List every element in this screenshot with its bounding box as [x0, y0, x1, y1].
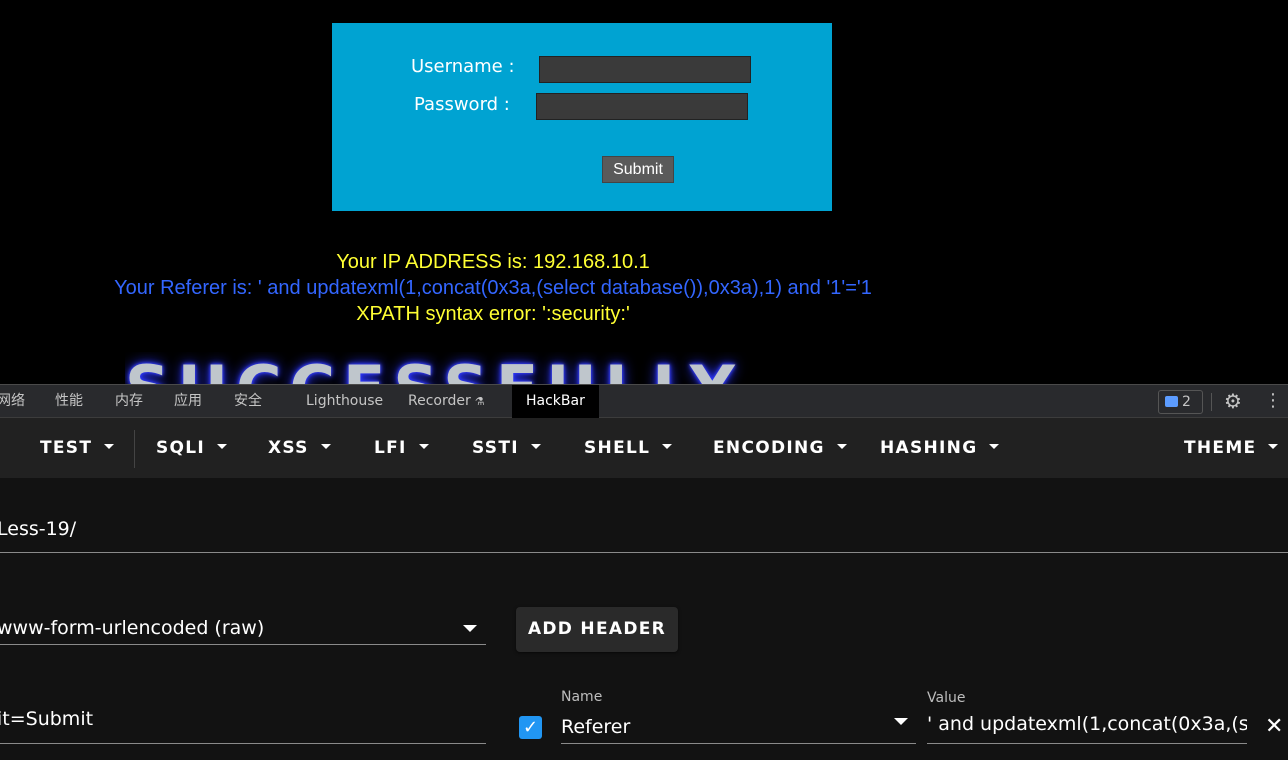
menu-hashing-label: HASHING	[880, 438, 978, 458]
issues-button[interactable]: 2	[1158, 390, 1203, 414]
gear-icon[interactable]: ⚙	[1224, 389, 1242, 413]
add-header-button[interactable]: ADD HEADER	[516, 607, 678, 652]
xpath-error-text: XPATH syntax error: ':security:'	[356, 303, 630, 325]
chat-icon	[1165, 395, 1178, 407]
tab-performance[interactable]: 性能	[55, 385, 83, 418]
menu-lfi-label: LFI	[374, 438, 407, 458]
more-options-icon[interactable]: ⋮	[1264, 389, 1282, 413]
menu-encoding-label: ENCODING	[713, 438, 825, 458]
chevron-down-icon	[530, 443, 541, 449]
menu-theme[interactable]: THEME	[1184, 418, 1279, 478]
ip-address-text: Your IP ADDRESS is: 192.168.10.1	[336, 251, 650, 273]
menu-shell[interactable]: SHELL	[584, 418, 673, 478]
chevron-down-icon	[104, 443, 115, 449]
body-input[interactable]: it=Submit	[0, 708, 477, 730]
menu-xss[interactable]: XSS	[268, 418, 331, 478]
enctype-select[interactable]: www-form-urlencoded (raw)	[0, 617, 447, 639]
url-input[interactable]: Less-19/	[0, 518, 1277, 540]
menu-hashing[interactable]: HASHING	[880, 418, 1000, 478]
menu-test[interactable]: TEST	[40, 418, 115, 478]
tab-memory[interactable]: 内存	[115, 385, 143, 418]
body-underline	[0, 743, 486, 744]
hackbar-toolbar: TEST SQLI XSS LFI SSTI SHELL ENCODING HA…	[0, 418, 1288, 478]
referer-text: Your Referer is: ' and updatexml(1,conca…	[114, 277, 872, 299]
chevron-down-icon	[217, 443, 228, 449]
menu-theme-label: THEME	[1184, 438, 1257, 458]
web-page: Username : Password : Submit Your IP ADD…	[0, 0, 1288, 384]
password-label: Password :	[414, 94, 510, 115]
chevron-down-icon	[662, 443, 673, 449]
toolbar-divider	[134, 430, 135, 468]
header-name-label: Name	[561, 689, 603, 705]
issues-count: 2	[1182, 394, 1191, 410]
menu-test-label: TEST	[40, 438, 93, 458]
login-form: Username : Password : Submit	[332, 23, 832, 211]
dropdown-arrow-icon[interactable]	[894, 718, 908, 725]
devtools-panel: 网络 性能 内存 应用 安全 Lighthouse Recorder ⚗ Hack…	[0, 384, 1288, 760]
menu-encoding[interactable]: ENCODING	[713, 418, 847, 478]
tab-application[interactable]: 应用	[174, 385, 202, 418]
username-input[interactable]	[539, 56, 751, 83]
chevron-down-icon	[836, 443, 847, 449]
header-value-input[interactable]: ' and updatexml(1,concat(0x3a,(sele	[927, 713, 1247, 735]
tab-network[interactable]: 网络	[0, 385, 25, 418]
screen: Username : Password : Submit Your IP ADD…	[0, 0, 1288, 760]
header-name-underline	[561, 743, 916, 744]
chevron-down-icon	[989, 443, 1000, 449]
tab-security[interactable]: 安全	[234, 385, 262, 418]
tab-hackbar[interactable]: HackBar	[512, 385, 599, 418]
tab-lighthouse[interactable]: Lighthouse	[306, 385, 383, 418]
chevron-down-icon	[418, 443, 429, 449]
header-value-label: Value	[927, 690, 966, 706]
menu-ssti-label: SSTI	[472, 438, 519, 458]
menu-shell-label: SHELL	[584, 438, 651, 458]
success-banner: SUCCESSFULLY	[125, 352, 865, 384]
menu-sqli[interactable]: SQLI	[156, 418, 228, 478]
username-label: Username :	[411, 56, 515, 77]
tab-recorder-label: Recorder	[408, 393, 471, 409]
menu-sqli-label: SQLI	[156, 438, 206, 458]
menu-lfi[interactable]: LFI	[374, 418, 429, 478]
flask-icon: ⚗	[474, 395, 485, 408]
chevron-down-icon	[320, 443, 331, 449]
password-input[interactable]	[536, 93, 748, 120]
chevron-down-icon	[1268, 443, 1279, 449]
submit-button[interactable]: Submit	[602, 156, 674, 183]
tab-recorder[interactable]: Recorder ⚗	[408, 385, 485, 418]
enctype-underline	[0, 644, 486, 645]
divider	[1211, 393, 1212, 411]
dropdown-arrow-icon[interactable]	[463, 625, 477, 632]
header-name-select[interactable]: Referer	[561, 716, 881, 738]
url-underline	[0, 552, 1288, 553]
header-value-underline	[927, 743, 1247, 744]
devtools-tab-bar: 网络 性能 内存 应用 安全 Lighthouse Recorder ⚗ Hack…	[0, 384, 1288, 418]
header-enabled-checkbox[interactable]: ✓	[519, 716, 542, 739]
close-icon[interactable]: ✕	[1265, 714, 1283, 740]
menu-xss-label: XSS	[268, 438, 309, 458]
menu-ssti[interactable]: SSTI	[472, 418, 541, 478]
